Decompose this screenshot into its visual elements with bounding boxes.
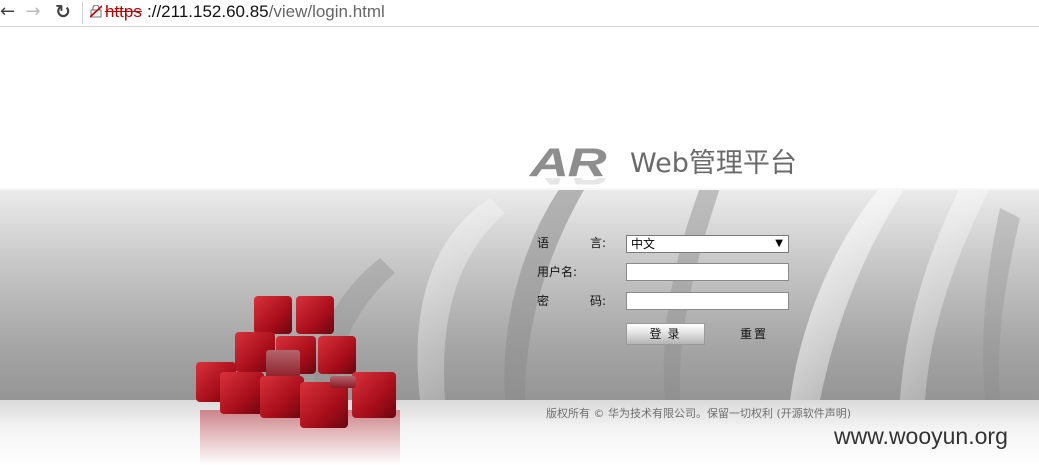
band-highlight	[0, 188, 1039, 190]
language-select-value: 中文	[631, 237, 656, 251]
address-bar[interactable]: https ://211.152.60.85/view/login.html	[86, 0, 1026, 25]
language-label-suffix: 言:	[590, 236, 606, 250]
watermark: www.wooyun.org	[834, 423, 1008, 449]
url-text: ://211.152.60.85/view/login.html	[147, 0, 385, 24]
dropdown-arrow-icon[interactable]: ▼	[775, 236, 783, 252]
password-label-right: 码:	[590, 294, 607, 308]
swoosh-decoration	[314, 188, 1020, 400]
language-select[interactable]: 中文 ▼	[626, 235, 789, 253]
browser-toolbar: ← → ↻ https ://211.152.60.85/view/login.…	[0, 0, 1039, 27]
username-label: 用户名:	[537, 265, 578, 279]
language-label-right: 言:	[590, 236, 607, 250]
url-path: /view/login.html	[268, 2, 385, 21]
login-banner	[0, 188, 1039, 400]
broken-lock-icon	[90, 5, 102, 18]
language-label-left: 语	[537, 236, 550, 250]
login-button[interactable]: 登录	[626, 323, 705, 345]
red-cubes-graphic	[196, 296, 400, 465]
logo: AR AR Web管理平台	[528, 135, 828, 195]
back-arrow-icon[interactable]: ←	[0, 0, 15, 24]
username-input[interactable]	[626, 263, 789, 281]
password-input[interactable]	[626, 292, 789, 310]
toolbar-divider	[82, 2, 83, 24]
forward-arrow-icon[interactable]: →	[22, 0, 44, 24]
copyright-text: 版权所有 © 华为技术有限公司。保留一切权利 (开源软件声明)	[546, 407, 852, 420]
password-label-left: 密	[537, 294, 550, 308]
url-host: ://211.152.60.85	[147, 2, 269, 21]
language-label: 语	[537, 236, 549, 250]
reset-button[interactable]: 重置	[730, 324, 778, 344]
password-label: 密	[537, 294, 549, 308]
url-scheme: https	[105, 2, 142, 21]
logo-title: Web管理平台	[630, 148, 797, 179]
password-label-suffix: 码:	[590, 294, 606, 308]
reload-icon[interactable]: ↻	[52, 0, 74, 24]
